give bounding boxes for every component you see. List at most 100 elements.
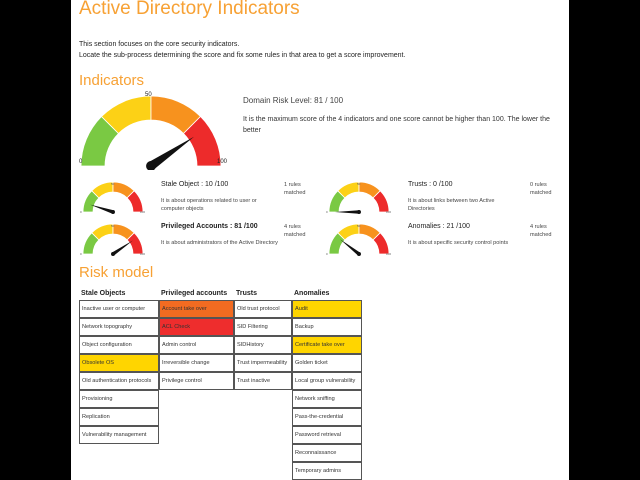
risk-model-empty-cell [159, 444, 234, 462]
anomalies-description: It is about specific security control po… [408, 240, 509, 246]
anomalies-rules-matched: 4 rules matched [530, 224, 552, 238]
anomalies-gauge-needle [340, 239, 361, 256]
anomalies-gauge-arcs [328, 223, 390, 255]
main-gauge-max-label: 100 [217, 159, 228, 165]
anomalies-gauge: 0 50 100 [326, 223, 391, 256]
gauge-max-label: 100 [140, 210, 145, 214]
risk-model-empty-cell [159, 390, 234, 408]
stale-object-gauge: 0 50 100 [80, 181, 145, 214]
stale-object-gauge-needle [90, 204, 115, 214]
risk-model-cell: Network sniffing [292, 390, 362, 408]
risk-model-cell: Backup [292, 318, 362, 336]
trusts-gauge-arcs [328, 181, 390, 213]
risk-model-empty-cell [159, 426, 234, 444]
risk-model-row: Inactive user or computer Account take ov… [79, 300, 362, 318]
risk-model-cell: Audit [292, 300, 362, 318]
risk-model-empty-cell [234, 390, 292, 408]
stale-object-gauge-arcs [82, 181, 144, 213]
risk-model-row: Network topography ACL Check SID Filtering… [79, 318, 362, 336]
stale-object-title: Stale Object : 10 /100 [161, 181, 229, 188]
risk-model-row: Temporary admins [79, 462, 362, 480]
risk-model-cell: Password retrieval [292, 426, 362, 444]
risk-model-cell: Trust impermeability [234, 354, 292, 372]
risk-model-row: Object configuration Admin control SIDHist… [79, 336, 362, 354]
risk-model-cell: Vulnerability management [79, 426, 159, 444]
risk-model-cell: Irreversible change [159, 354, 234, 372]
gauge-needle-hub [111, 252, 115, 256]
gauge-mid-label: 50 [357, 224, 361, 228]
risk-model-table: Stale Objects Privileged accounts Trusts An… [79, 287, 362, 480]
risk-model-row: Replication Pass-the-credential [79, 408, 362, 426]
trusts-description: It is about links between two Active Dir… [408, 198, 495, 212]
main-gauge-mid-label: 50 [145, 92, 152, 98]
gauge-mid-label: 50 [111, 182, 115, 186]
gauge-min-label: 0 [80, 252, 82, 256]
risk-model-column-header: Stale Objects [81, 290, 126, 297]
risk-model-cell: Object configuration [79, 336, 159, 354]
risk-model-body: Inactive user or computer Account take ov… [79, 300, 362, 480]
main-gauge-arcs [80, 95, 222, 167]
trusts-title: Trusts : 0 /100 [408, 181, 453, 188]
stale-object-rules-matched: 1 rules matched [284, 182, 306, 196]
risk-model-cell: ACL Check [159, 318, 234, 336]
risk-model-empty-cell [79, 444, 159, 462]
privileged-accounts-description: It is about administrators of the Active… [161, 240, 278, 246]
risk-model-cell: Privilege control [159, 372, 234, 390]
gauge-needle-hub [357, 210, 361, 214]
risk-model-cell: Network topography [79, 318, 159, 336]
gauge-min-label: 0 [80, 210, 82, 214]
gauge-needle-pointer [111, 240, 133, 256]
risk-model-cell: Old authentication protocols [79, 372, 159, 390]
report-page: Active Directory Indicators This section… [71, 0, 569, 480]
risk-model-cell: Golden ticket [292, 354, 362, 372]
risk-model-empty-cell [159, 408, 234, 426]
risk-model-cell: Obsolete OS [79, 354, 159, 372]
risk-model-cell: Local group vulnerability [292, 372, 362, 390]
gauge-needle-hub [357, 252, 361, 256]
gauge-mid-label: 50 [111, 224, 115, 228]
trusts-gauge: 0 50 100 [326, 181, 391, 214]
risk-model-empty-cell [79, 462, 159, 480]
risk-model-header-row: Stale Objects Privileged accounts Trusts An… [79, 287, 362, 300]
risk-model-cell: Pass-the-credential [292, 408, 362, 426]
stale-object-description: It is about operations related to user o… [161, 198, 257, 212]
main-gauge-needle [146, 136, 195, 170]
privileged-accounts-rules-matched: 4 rules matched [284, 224, 306, 238]
privileged-accounts-title: Privileged Accounts : 81 /100 [161, 223, 258, 230]
risk-model-row: Old authentication protocols Privilege co… [79, 372, 362, 390]
risk-model-empty-cell [159, 462, 234, 480]
risk-model-cell: Provisioning [79, 390, 159, 408]
risk-model-empty-cell [234, 462, 292, 480]
privileged-accounts-gauge-needle [111, 240, 133, 256]
intro-line-1: This section focuses on the core securit… [79, 41, 240, 48]
risk-model-cell: Reconnaissance [292, 444, 362, 462]
risk-model-column-header: Anomalies [294, 290, 330, 297]
risk-model-row: Provisioning Network sniffing [79, 390, 362, 408]
gauge-min-label: 0 [326, 252, 328, 256]
domain-risk-level: Domain Risk Level: 81 / 100 [243, 96, 344, 105]
risk-model-cell: SID Filtering [234, 318, 292, 336]
risk-model-empty-cell [234, 426, 292, 444]
intro-line-2: Locate the sub-process determining the s… [79, 52, 406, 59]
page-title: Active Directory Indicators [79, 0, 300, 19]
risk-model-cell: Admin control [159, 336, 234, 354]
trusts-rules-matched: 0 rules matched [530, 182, 552, 196]
gauge-max-label: 100 [386, 252, 391, 256]
main-risk-gauge: 0 50 100 [79, 92, 228, 170]
risk-model-row: Reconnaissance [79, 444, 362, 462]
risk-model-cell: Trust inactive [234, 372, 292, 390]
risk-model-cell: SIDHistory [234, 336, 292, 354]
gauge-max-label: 100 [386, 210, 391, 214]
privileged-accounts-gauge-arcs [82, 223, 144, 255]
risk-model-empty-cell [234, 444, 292, 462]
gauge-max-label: 100 [140, 252, 145, 256]
risk-model-cell: Inactive user or computer [79, 300, 159, 318]
risk-model-cell: Temporary admins [292, 462, 362, 480]
risk-model-cell: Account take over [159, 300, 234, 318]
risk-model-column-header: Trusts [236, 290, 258, 297]
anomalies-title: Anomalies : 21 /100 [408, 223, 470, 230]
risk-model-column-header: Privileged accounts [161, 290, 228, 297]
risk-model-cell: Certificate take over [292, 336, 362, 354]
gauge-needle-pointer [340, 239, 361, 256]
gauge-needle-pointer [90, 204, 114, 214]
